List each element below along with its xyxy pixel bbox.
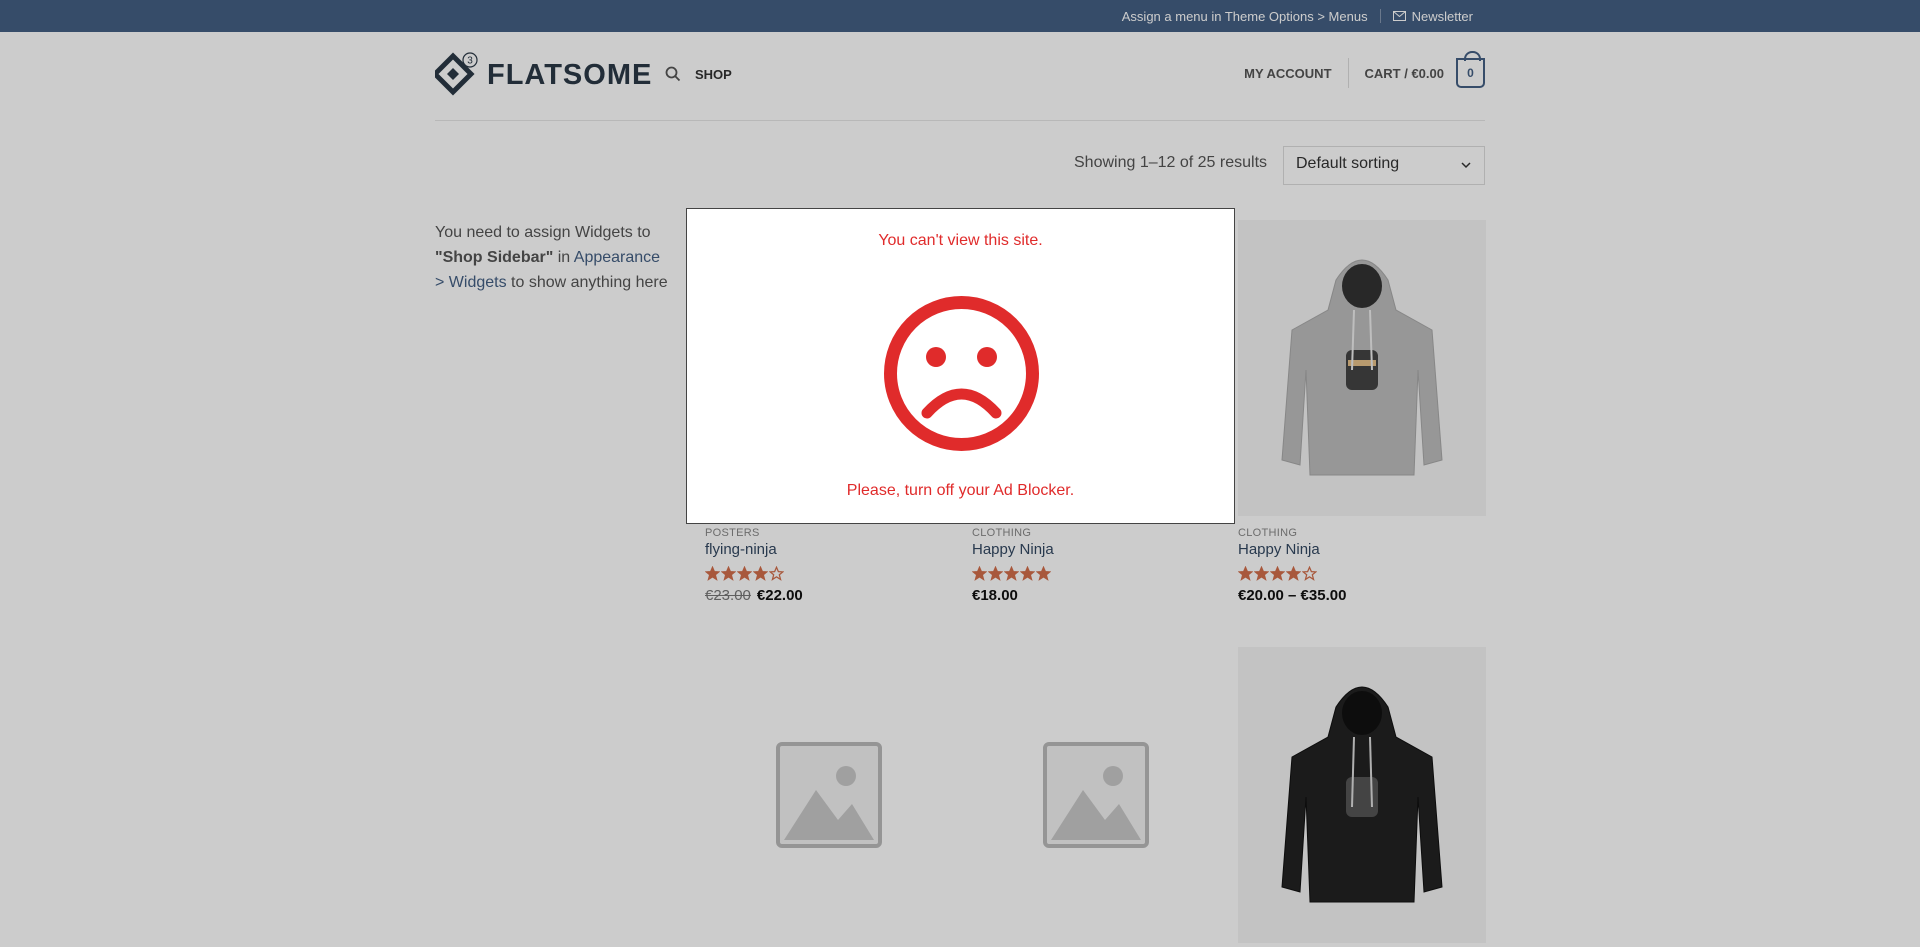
sad-face-icon — [884, 296, 1039, 451]
adblock-modal: You can't view this site. Please, turn o… — [686, 208, 1235, 524]
modal-title: You can't view this site. — [878, 232, 1043, 249]
modal-message: Please, turn off your Ad Blocker. — [846, 482, 1075, 499]
